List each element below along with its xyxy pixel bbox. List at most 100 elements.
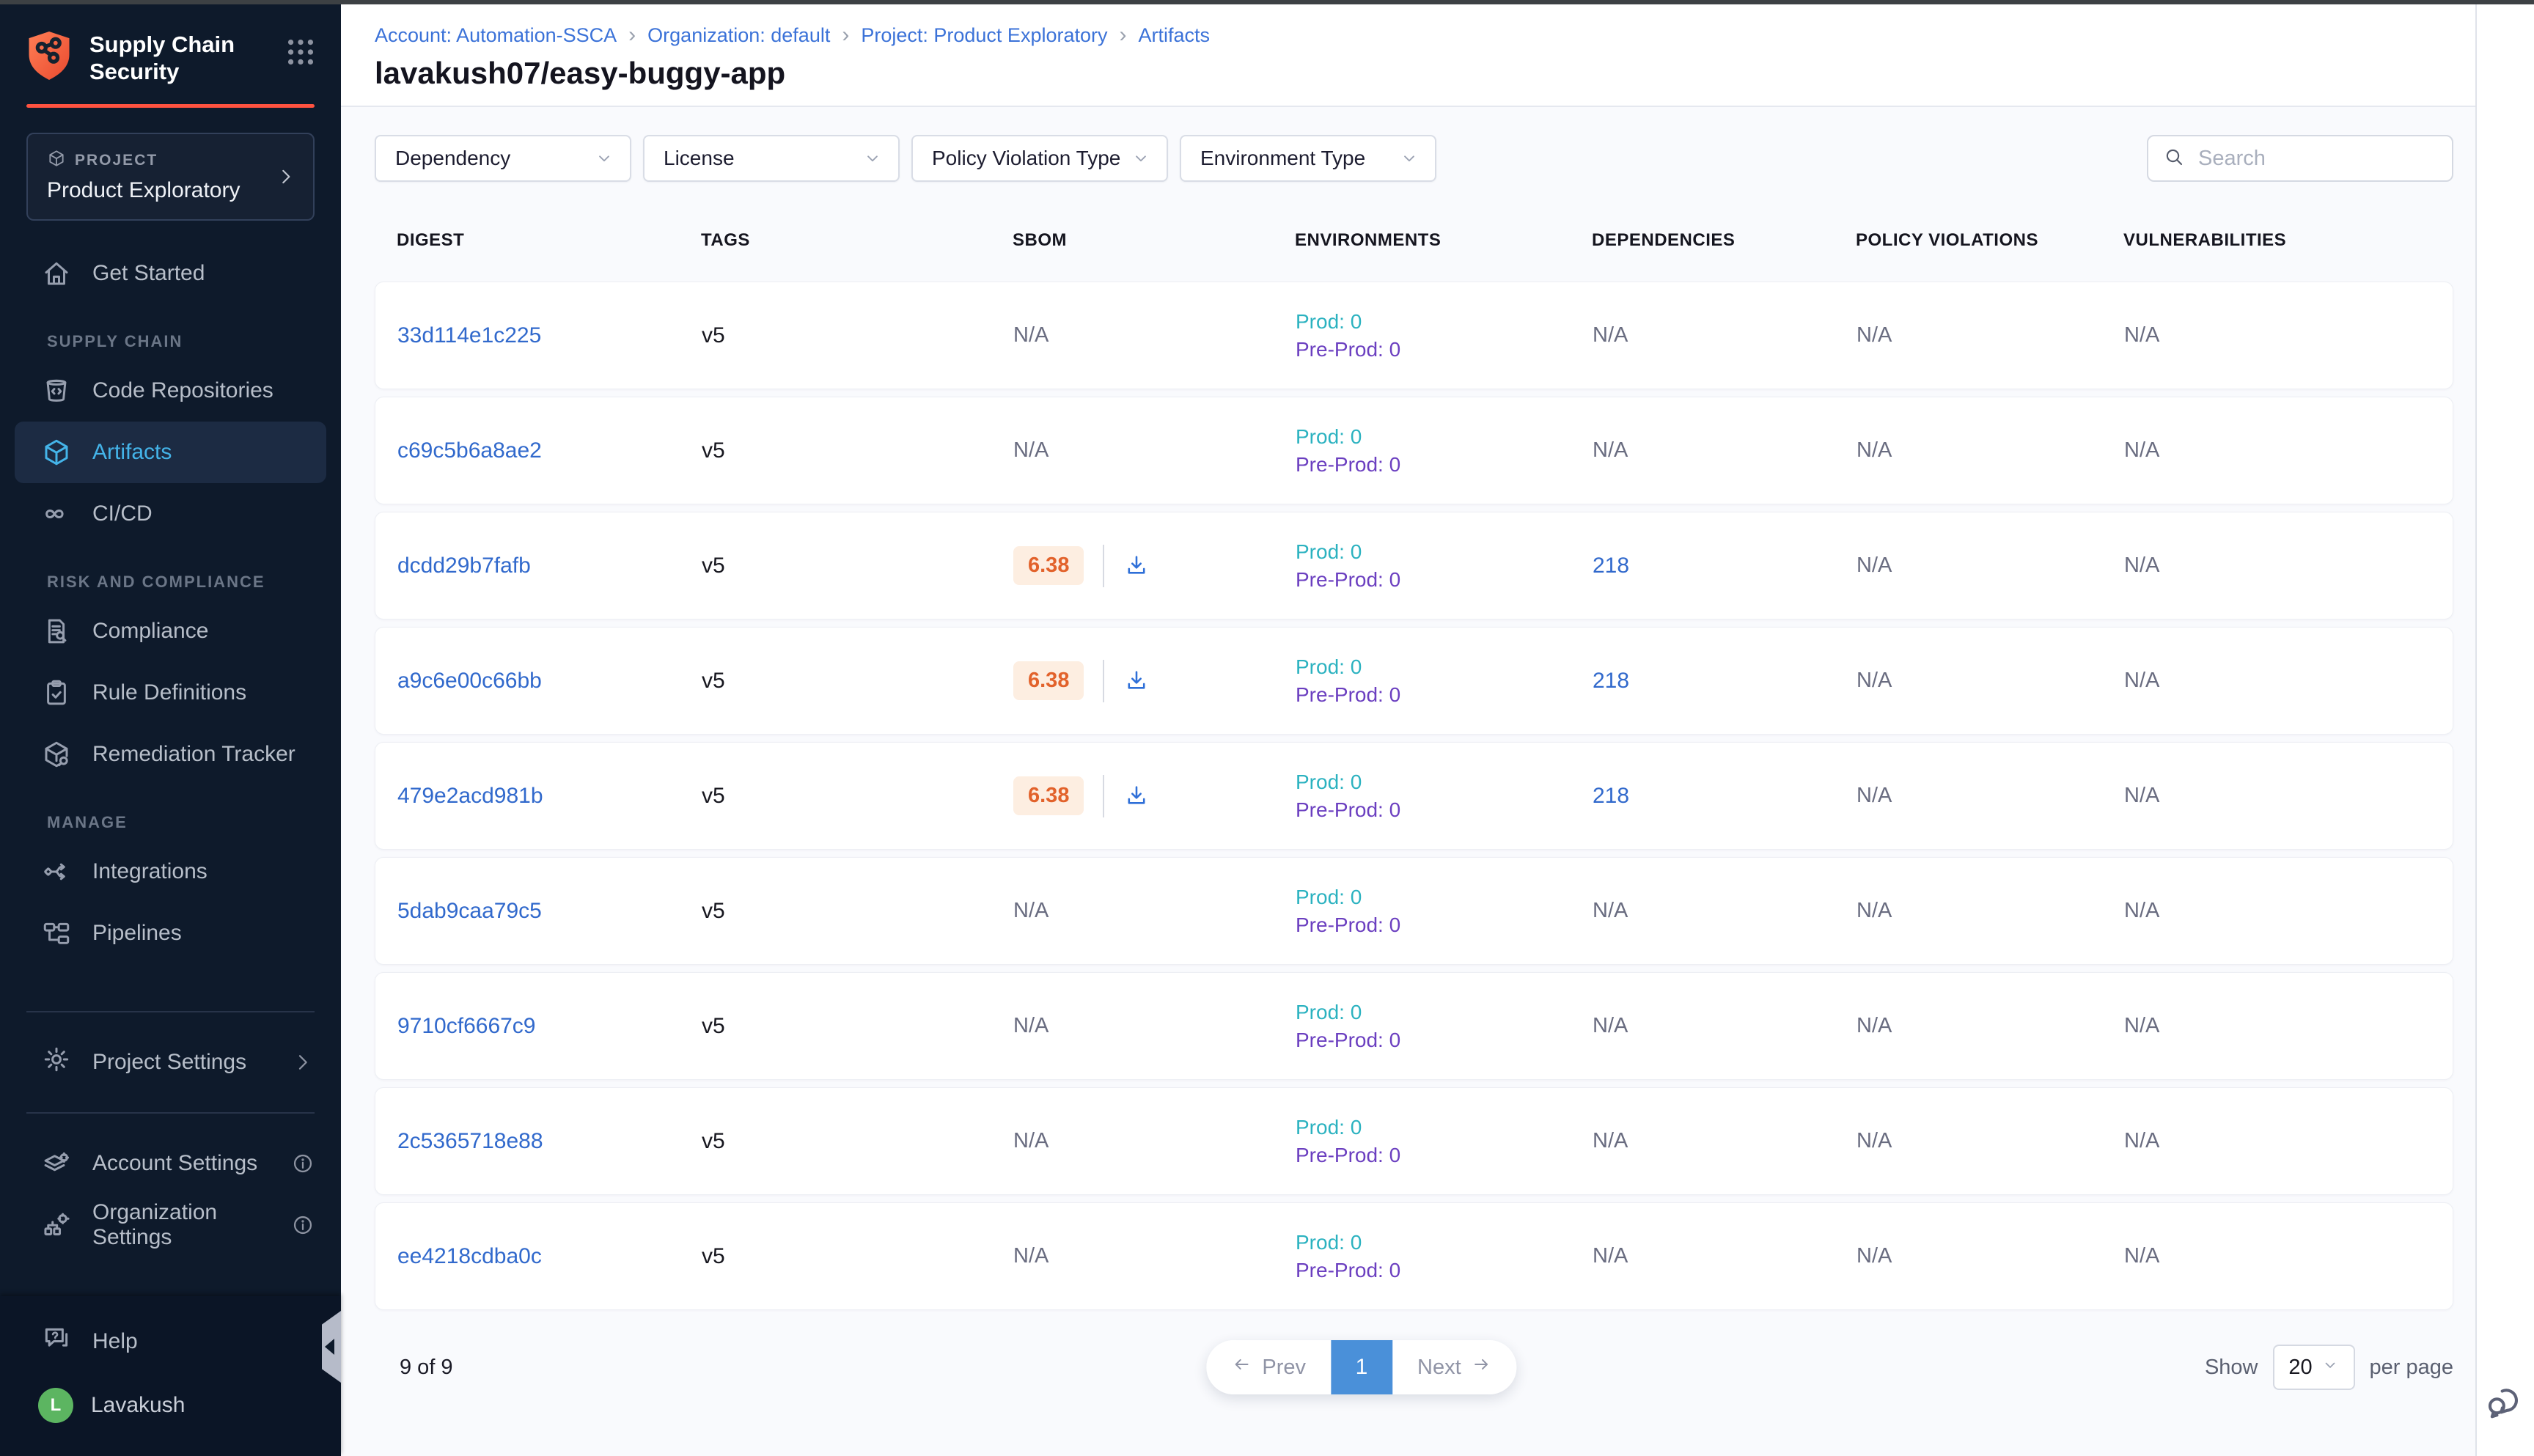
artifact-digest-link[interactable]: c69c5b6a8ae2 bbox=[397, 438, 542, 463]
arrow-left-icon bbox=[1231, 1354, 1252, 1375]
next-page-button[interactable]: Next bbox=[1392, 1340, 1517, 1394]
table-row: 2c5365718e88v5N/A Prod: 0 Pre-Prod: 0 N/… bbox=[375, 1087, 2453, 1195]
sidebar-item-label: Get Started bbox=[92, 261, 205, 286]
module-grid-icon[interactable] bbox=[284, 35, 317, 69]
sidebar-item-help[interactable]: Help bbox=[0, 1311, 341, 1372]
help-icon bbox=[41, 1323, 72, 1354]
vulnerabilities-cell: N/A bbox=[2124, 899, 2453, 923]
screen: Supply Chain Security PROJECT Product Ex… bbox=[0, 0, 2534, 1456]
info-icon[interactable] bbox=[291, 1213, 315, 1237]
filter-dropdown-dependency[interactable]: Dependency bbox=[375, 135, 631, 182]
artifact-digest-link[interactable]: 33d114e1c225 bbox=[397, 323, 541, 348]
chevron-down-icon bbox=[863, 149, 882, 168]
search-icon bbox=[2163, 146, 2185, 172]
filter-label: License bbox=[664, 147, 735, 170]
project-selector-label-row: PROJECT bbox=[47, 149, 294, 172]
page-size-select[interactable]: 20 bbox=[2273, 1345, 2355, 1390]
sbom-divider bbox=[1103, 775, 1104, 817]
show-label: Show bbox=[2205, 1356, 2258, 1380]
artifact-digest-link[interactable]: 9710cf6667c9 bbox=[397, 1014, 536, 1038]
artifact-digest-link[interactable]: 479e2acd981b bbox=[397, 784, 543, 808]
prev-page-button[interactable]: Prev bbox=[1206, 1340, 1331, 1394]
dependencies-link[interactable]: 218 bbox=[1593, 784, 1629, 808]
policy-violations-cell: N/A bbox=[1857, 323, 2124, 348]
breadcrumb-link-artifacts[interactable]: Artifacts bbox=[1139, 23, 1211, 47]
sidebar-item-pipelines[interactable]: Pipelines bbox=[0, 902, 341, 964]
dependencies-link[interactable]: 218 bbox=[1593, 554, 1629, 578]
search-box[interactable] bbox=[2147, 135, 2453, 182]
artifact-digest-link[interactable]: ee4218cdba0c bbox=[397, 1244, 542, 1268]
tags-cell: v5 bbox=[702, 1129, 1013, 1154]
info-icon[interactable] bbox=[291, 1152, 315, 1175]
page-size-control: Show 20 per page bbox=[2205, 1345, 2453, 1390]
table-row: c69c5b6a8ae2v5N/A Prod: 0 Pre-Prod: 0 N/… bbox=[375, 397, 2453, 504]
sbom-download-button[interactable] bbox=[1123, 783, 1150, 809]
chat-bubbles-icon[interactable] bbox=[2484, 1380, 2527, 1422]
sidebar-item-get-started[interactable]: Get Started bbox=[0, 243, 341, 304]
user-menu[interactable]: L Lavakush bbox=[0, 1372, 341, 1438]
sidebar-item-remediation-tracker[interactable]: Remediation Tracker bbox=[0, 724, 341, 785]
sidebar-section-supply-chain: SUPPLY CHAIN bbox=[0, 332, 341, 351]
chevron-right-icon bbox=[275, 166, 297, 188]
page-title: lavakush07/easy-buggy-app bbox=[375, 56, 2453, 91]
vulnerabilities-cell: N/A bbox=[2124, 1014, 2453, 1038]
policy-violations-cell: N/A bbox=[1857, 899, 2124, 923]
sidebar-divider bbox=[26, 1011, 315, 1012]
sidebar-item-organization-settings[interactable]: Organization Settings bbox=[0, 1194, 341, 1256]
filter-dropdown-policy-violation-type[interactable]: Policy Violation Type bbox=[911, 135, 1168, 182]
collapse-arrow-icon bbox=[325, 1339, 334, 1355]
project-selector[interactable]: PROJECT Product Exploratory bbox=[26, 133, 315, 221]
breadcrumb-link-organization-default[interactable]: Organization: default bbox=[647, 23, 830, 47]
account-settings-icon bbox=[41, 1148, 72, 1179]
code-repo-icon bbox=[41, 375, 72, 406]
table-row: dcdd29b7fafbv5 6.38 Prod: 0 Pre-Prod: 0 … bbox=[375, 512, 2453, 619]
remediation-tracker-icon bbox=[41, 739, 72, 770]
table-body: 33d114e1c225 v5 N/A Prod: 0 Pre-Prod: 0 N/… bbox=[375, 282, 2453, 1317]
sidebar-item-account-settings[interactable]: Account Settings bbox=[0, 1133, 341, 1194]
filter-dropdown-license[interactable]: License bbox=[643, 135, 900, 182]
table-row: 9710cf6667c9v5N/A Prod: 0 Pre-Prod: 0 N/… bbox=[375, 972, 2453, 1080]
artifact-digest-link[interactable]: a9c6e00c66bb bbox=[397, 669, 542, 693]
page-number-button[interactable]: 1 bbox=[1331, 1340, 1392, 1394]
env-preprod-count: Pre-Prod: 0 bbox=[1296, 796, 1593, 824]
sidebar-item-integrations[interactable]: Integrations bbox=[0, 841, 341, 902]
sidebar-item-label: Integrations bbox=[92, 859, 208, 884]
env-prod-count: Prod: 0 bbox=[1296, 999, 1593, 1026]
breadcrumb-link-account-automation-ssca[interactable]: Account: Automation-SSCA bbox=[375, 23, 617, 47]
sidebar-nav: Get Started SUPPLY CHAIN Code Repositories… bbox=[0, 243, 341, 964]
search-input[interactable] bbox=[2197, 146, 2437, 172]
artifact-digest-link[interactable]: 5dab9caa79c5 bbox=[397, 899, 542, 923]
app-logo-row: Supply Chain Security bbox=[0, 4, 341, 85]
policy-violations-cell: N/A bbox=[1857, 1244, 2124, 1268]
content: Account: Automation-SSCA › Organization: d… bbox=[341, 4, 2475, 1456]
sidebar-item-ci-cd[interactable]: CI/CD bbox=[0, 483, 341, 545]
sidebar-item-artifacts[interactable]: Artifacts bbox=[15, 422, 326, 483]
artifact-digest-link[interactable]: dcdd29b7fafb bbox=[397, 554, 531, 578]
sidebar-item-label: CI/CD bbox=[92, 501, 153, 526]
sbom-download-button[interactable] bbox=[1123, 553, 1150, 579]
artifact-digest-link[interactable]: 2c5365718e88 bbox=[397, 1129, 543, 1153]
shield-logo-icon bbox=[25, 29, 73, 82]
sbom-score-badge: 6.38 bbox=[1013, 546, 1084, 585]
info-icon bbox=[291, 1213, 315, 1237]
cicd-infinity-icon bbox=[41, 499, 72, 529]
sidebar-item-compliance[interactable]: Compliance bbox=[0, 600, 341, 662]
sbom-divider bbox=[1103, 660, 1104, 702]
sbom-score-badge: 6.38 bbox=[1013, 661, 1084, 700]
tags-cell: v5 bbox=[702, 669, 1013, 694]
breadcrumb-link-project-product-exploratory[interactable]: Project: Product Exploratory bbox=[861, 23, 1107, 47]
sidebar-item-rule-definitions[interactable]: Rule Definitions bbox=[0, 662, 341, 724]
compliance-icon bbox=[41, 616, 72, 647]
env-prod-count: Prod: 0 bbox=[1296, 423, 1593, 451]
dependencies-cell: N/A bbox=[1593, 1014, 1628, 1037]
vulnerabilities-cell: N/A bbox=[2124, 784, 2453, 808]
breadcrumb-separator-icon: › bbox=[1120, 23, 1127, 47]
sidebar-item-code-repositories[interactable]: Code Repositories bbox=[0, 360, 341, 422]
dependencies-link[interactable]: 218 bbox=[1593, 669, 1629, 693]
sbom-download-button[interactable] bbox=[1123, 668, 1150, 694]
sidebar-item-project-settings[interactable]: Project Settings bbox=[0, 1032, 341, 1093]
env-preprod-count: Pre-Prod: 0 bbox=[1296, 1141, 1593, 1169]
column-header-tags: TAGS bbox=[701, 230, 1013, 251]
policy-violations-cell: N/A bbox=[1857, 669, 2124, 693]
filter-dropdown-environment-type[interactable]: Environment Type bbox=[1180, 135, 1436, 182]
